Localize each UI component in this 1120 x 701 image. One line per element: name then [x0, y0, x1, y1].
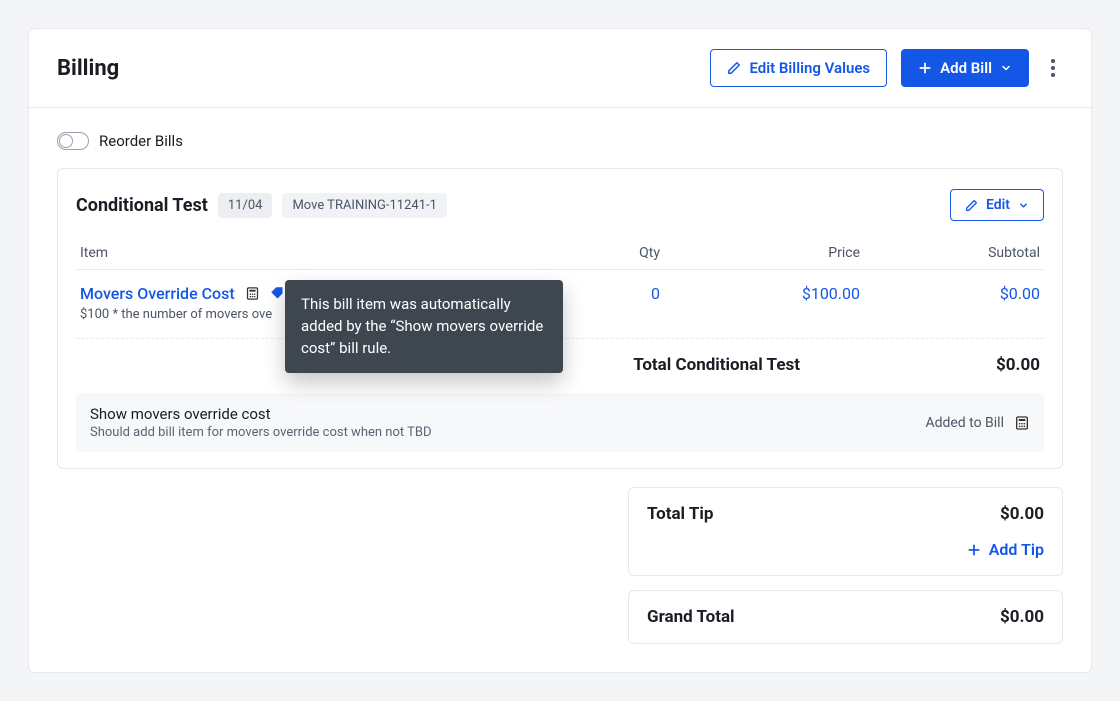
- bill-rule-status: Added to Bill: [925, 415, 1004, 431]
- pencil-icon: [727, 61, 741, 75]
- bill-item-price[interactable]: $100.00: [660, 284, 860, 303]
- reorder-bills-toggle[interactable]: [57, 132, 89, 150]
- bill-table-header: Item Qty Price Subtotal: [76, 237, 1044, 270]
- tip-card: Total Tip $0.00 Add Tip: [628, 487, 1063, 576]
- bill-card: Conditional Test 11/04 Move TRAINING-112…: [57, 168, 1063, 469]
- edit-billing-values-label: Edit Billing Values: [749, 59, 870, 77]
- grand-total-amount: $0.00: [1000, 607, 1044, 627]
- plus-icon: [967, 543, 981, 557]
- tip-amount: $0.00: [1000, 504, 1044, 524]
- add-tip-label: Add Tip: [989, 540, 1044, 559]
- chevron-down-icon: [1018, 200, 1029, 211]
- tag-icon: [270, 286, 285, 301]
- col-item: Item: [80, 245, 570, 261]
- tip-label: Total Tip: [647, 504, 713, 524]
- edit-billing-values-button[interactable]: Edit Billing Values: [710, 49, 887, 87]
- pencil-icon: [965, 199, 978, 212]
- billing-header: Billing Edit Billing Values Add Bill: [29, 29, 1091, 108]
- page-title: Billing: [57, 56, 119, 81]
- col-price: Price: [660, 245, 860, 261]
- bill-item-qty[interactable]: 0: [570, 284, 660, 303]
- plus-icon: [918, 61, 932, 75]
- col-qty: Qty: [570, 245, 660, 261]
- overflow-menu-button[interactable]: [1043, 53, 1063, 83]
- add-bill-button[interactable]: Add Bill: [901, 49, 1029, 87]
- edit-bill-label: Edit: [986, 197, 1010, 213]
- reorder-bills-label: Reorder Bills: [99, 132, 183, 150]
- col-subtotal: Subtotal: [860, 245, 1040, 261]
- chevron-down-icon: [1000, 62, 1012, 74]
- calculator-icon: [1014, 415, 1030, 431]
- bill-move-chip[interactable]: Move TRAINING-11241-1: [282, 193, 447, 218]
- edit-bill-button[interactable]: Edit: [950, 189, 1044, 221]
- bill-title: Conditional Test: [76, 195, 208, 216]
- add-bill-label: Add Bill: [940, 59, 992, 77]
- bill-rule-description: Should add bill item for movers override…: [90, 425, 432, 440]
- bill-item-tooltip: This bill item was automatically added b…: [285, 280, 563, 373]
- bill-rule-name: Show movers override cost: [90, 405, 432, 423]
- calculator-icon: [245, 286, 260, 301]
- bill-item-name[interactable]: Movers Override Cost: [80, 284, 235, 303]
- table-row: Movers Override Cost $100 * the number o…: [76, 270, 1044, 339]
- bill-item-subtotal: $0.00: [860, 284, 1040, 303]
- header-actions: Edit Billing Values Add Bill: [710, 49, 1063, 87]
- add-tip-button[interactable]: Add Tip: [967, 540, 1044, 559]
- bill-rule-row: Show movers override cost Should add bil…: [76, 393, 1044, 452]
- bill-total-amount: $0.00: [860, 355, 1040, 375]
- grand-total-label: Grand Total: [647, 607, 735, 627]
- bill-date-chip: 11/04: [218, 193, 273, 218]
- grand-total-card: Grand Total $0.00: [628, 590, 1063, 644]
